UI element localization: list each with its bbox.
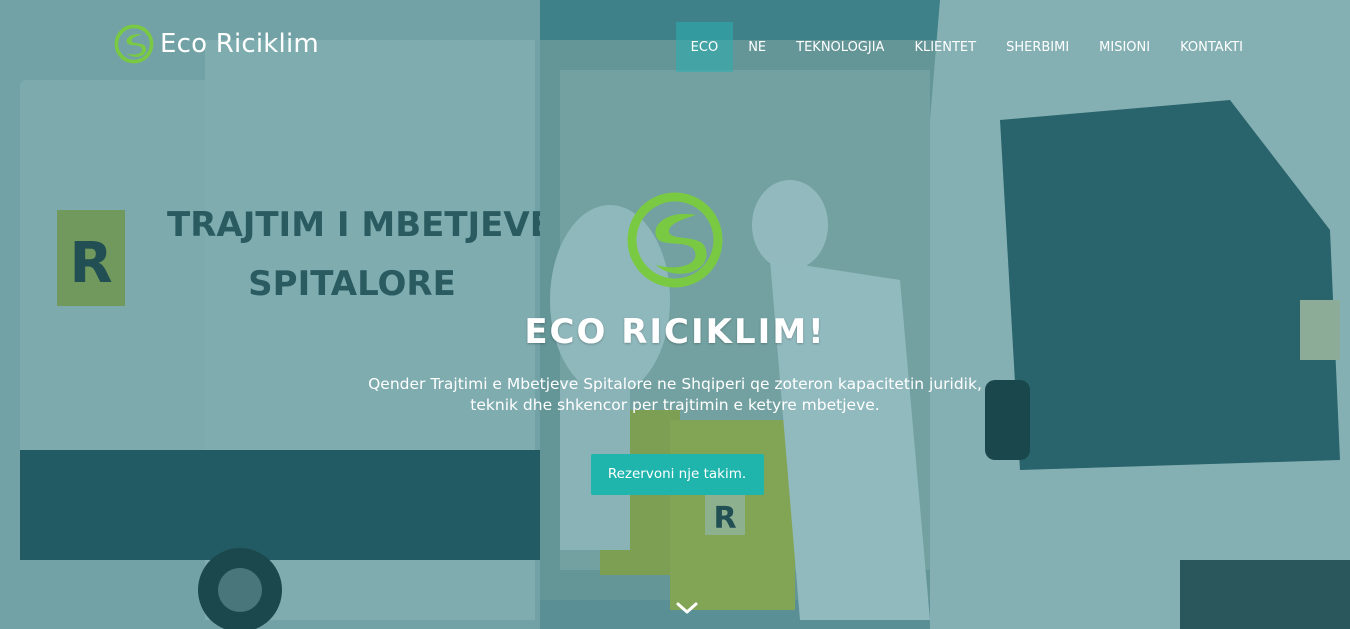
eco-leaf-logo-icon	[114, 24, 154, 64]
brand-link[interactable]: Eco Riciklim	[114, 22, 319, 66]
hero-title: ECO RICIKLIM!	[524, 312, 826, 352]
hero-content: ECO RICIKLIM! Qender Trajtimi e Mbetjeve…	[0, 190, 1350, 495]
eco-leaf-logo-icon	[627, 192, 723, 288]
nav-item-teknologjia[interactable]: TEKNOLOGJIA	[781, 22, 899, 72]
hero-section: R TRAJTIM I MBETJEVE SPITALORE R Eco Ric…	[0, 0, 1350, 629]
nav-menu: ECO NE TEKNOLOGJIA KLIENTET SHERBIMI MIS…	[675, 22, 1258, 72]
book-appointment-button[interactable]: Rezervoni nje takim.	[590, 454, 764, 495]
chevron-down-icon[interactable]	[675, 600, 699, 616]
navbar: Eco Riciklim ECO NE TEKNOLOGJIA KLIENTET…	[0, 0, 1350, 72]
nav-item-sherbimi[interactable]: SHERBIMI	[991, 22, 1084, 72]
nav-item-klientet[interactable]: KLIENTET	[899, 22, 991, 72]
brand-name: Eco Riciklim	[160, 29, 319, 59]
nav-item-misioni[interactable]: MISIONI	[1084, 22, 1165, 72]
hero-subtitle: Qender Trajtimi e Mbetjeve Spitalore ne …	[368, 375, 982, 414]
nav-item-kontakti[interactable]: KONTAKTI	[1165, 22, 1258, 72]
nav-item-eco[interactable]: ECO	[675, 22, 734, 72]
nav-item-ne[interactable]: NE	[733, 22, 781, 72]
